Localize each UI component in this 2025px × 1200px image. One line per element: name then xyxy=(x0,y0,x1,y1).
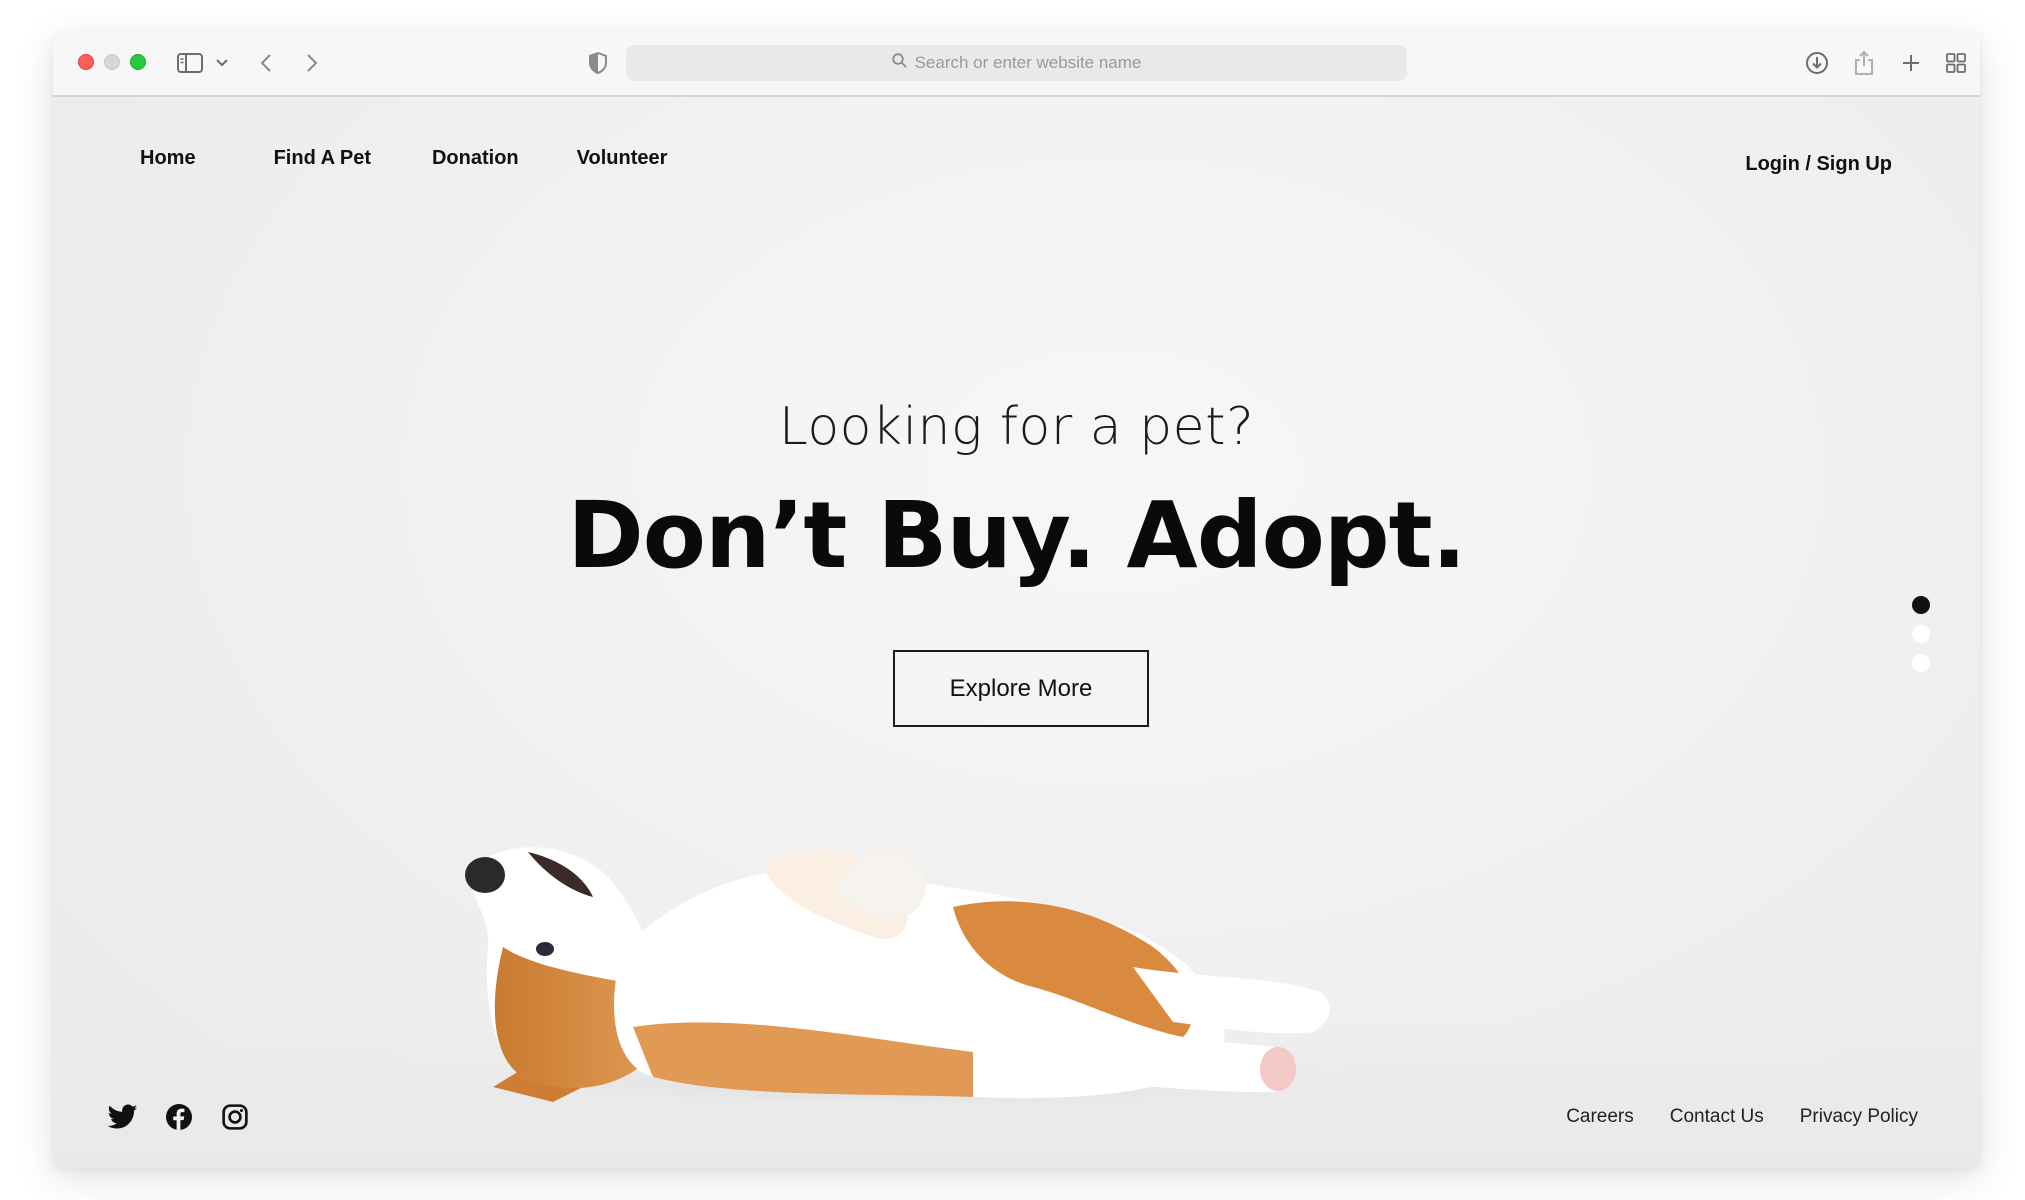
minimize-window-button[interactable] xyxy=(104,54,120,70)
nav-item-home[interactable]: Home xyxy=(140,147,196,170)
chevron-down-icon[interactable] xyxy=(208,49,236,77)
corgi-puppy-image xyxy=(443,847,1383,1110)
nav-item-volunteer[interactable]: Volunteer xyxy=(577,147,668,170)
browser-toolbar: Search or enter website name xyxy=(53,32,1980,97)
footer-link-careers[interactable]: Careers xyxy=(1566,1106,1634,1128)
forward-icon[interactable] xyxy=(298,49,326,77)
landing-page: Home Find A Pet Donation Volunteer Login… xyxy=(53,97,1980,1168)
hero-subtitle: Looking for a pet? xyxy=(778,397,1255,457)
shield-icon[interactable] xyxy=(584,49,612,77)
nav-item-donation[interactable]: Donation xyxy=(432,147,519,170)
tab-overview-icon[interactable] xyxy=(1942,49,1970,77)
share-icon[interactable] xyxy=(1850,49,1878,77)
explore-more-button[interactable]: Explore More xyxy=(893,650,1149,727)
main-nav: Home Find A Pet Donation Volunteer xyxy=(140,147,667,170)
maximize-window-button[interactable] xyxy=(130,54,146,70)
new-tab-icon[interactable] xyxy=(1897,49,1925,77)
browser-window: Search or enter website name Home Find A… xyxy=(53,32,1980,1168)
address-placeholder: Search or enter website name xyxy=(914,53,1142,72)
facebook-icon[interactable] xyxy=(164,1102,194,1132)
instagram-icon[interactable] xyxy=(220,1102,250,1132)
login-signup-link[interactable]: Login / Sign Up xyxy=(1745,153,1892,176)
carousel-dot-1[interactable] xyxy=(1912,596,1930,614)
hero-title: Don’t Buy. Adopt. xyxy=(567,482,1466,589)
nav-item-find-a-pet[interactable]: Find A Pet xyxy=(274,147,371,170)
carousel-indicators xyxy=(1912,596,1930,672)
carousel-dot-2[interactable] xyxy=(1912,625,1930,643)
address-bar[interactable]: Search or enter website name xyxy=(626,45,1407,81)
close-window-button[interactable] xyxy=(78,54,94,70)
twitter-icon[interactable] xyxy=(108,1102,138,1132)
footer-link-contact-us[interactable]: Contact Us xyxy=(1670,1106,1764,1128)
footer-links: Careers Contact Us Privacy Policy xyxy=(1566,1106,1918,1128)
social-links xyxy=(108,1102,250,1132)
sidebar-icon[interactable] xyxy=(176,49,204,77)
back-icon[interactable] xyxy=(252,49,280,77)
search-icon xyxy=(891,53,907,73)
footer-link-privacy-policy[interactable]: Privacy Policy xyxy=(1800,1106,1918,1128)
carousel-dot-3[interactable] xyxy=(1912,654,1930,672)
download-icon[interactable] xyxy=(1803,49,1831,77)
